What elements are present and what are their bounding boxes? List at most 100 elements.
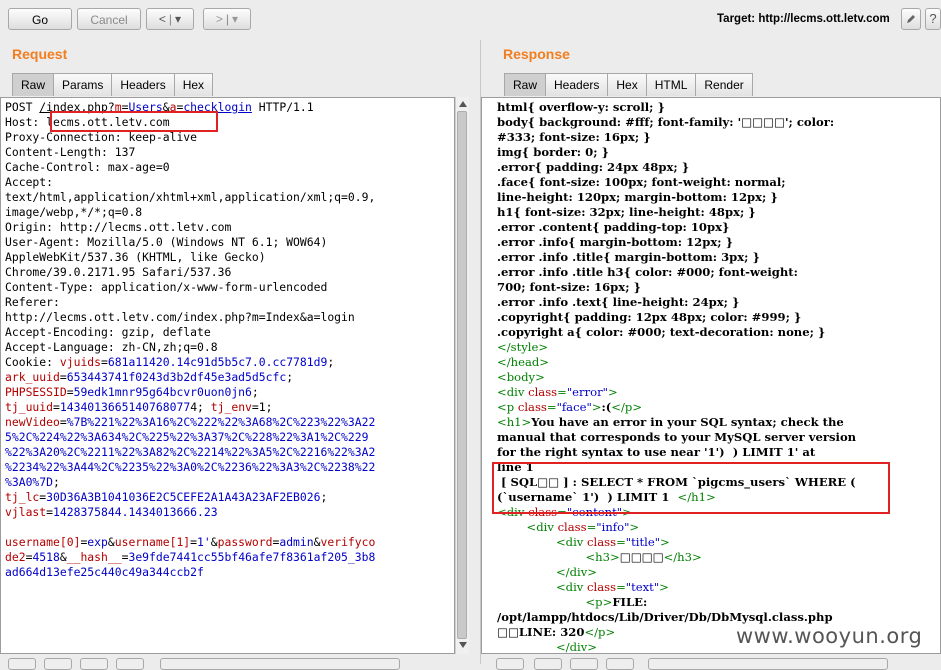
text-segment: .error .info .text{ line-height: 24px; } [497, 295, 740, 309]
text-segment: & [107, 535, 115, 549]
response-prev-button[interactable] [534, 658, 562, 670]
response-line: </head> [497, 355, 856, 370]
text-segment: = [59, 370, 67, 384]
response-line: img{ border: 0; } [497, 145, 856, 160]
request-line: text/html,application/xhtml+xml,applicat… [5, 190, 375, 205]
response-tab-headers[interactable]: Headers [545, 73, 609, 96]
help-button[interactable]: ? [925, 8, 941, 30]
text-segment: .error .content{ padding-top: 10px} [497, 220, 730, 234]
request-help-button[interactable] [8, 658, 36, 670]
request-line: newVideo=%7B%221%22%3A16%2C%222%22%3A68%… [5, 415, 375, 430]
text-segment: </div> [497, 640, 597, 654]
text-segment: for the right syntax to use near '1') ) … [497, 445, 816, 459]
text-segment: .error .info .title{ margin-bottom: 3px;… [497, 250, 760, 264]
response-help-button[interactable] [496, 658, 524, 670]
scroll-up-icon[interactable] [459, 101, 467, 107]
text-segment: 3e9fde7441cc55bf46afe7f8361af205_3b8 [128, 550, 376, 564]
response-tab-html[interactable]: HTML [645, 73, 697, 96]
chevron-down-icon: ▾ [232, 12, 239, 26]
response-title: Response [503, 46, 570, 62]
response-line: .error .info .title h3{ color: #000; fon… [497, 265, 856, 280]
text-segment: 1428375844.1434013666.23 [53, 505, 218, 519]
text-segment: "error" [566, 385, 608, 399]
text-segment: HTTP/1.1 [251, 100, 314, 114]
text-segment: de2 [5, 550, 26, 564]
request-line: ad664d13efe25c440c49a344ccb2f [5, 565, 375, 580]
go-button[interactable]: Go [8, 8, 72, 30]
text-segment: ark_uuid [5, 370, 60, 384]
response-line: #333; font-size: 16px; } [497, 130, 856, 145]
text-segment: #333; font-size: 16px; } [497, 130, 651, 144]
response-next-button[interactable] [606, 658, 634, 670]
text-segment: = [46, 505, 54, 519]
response-editor[interactable]: html{ overflow-y: scroll; } body{ backgro… [481, 97, 941, 654]
response-line: .error .info .text{ line-height: 24px; } [497, 295, 856, 310]
response-tab-render[interactable]: Render [695, 73, 753, 96]
text-segment: </h3> [663, 550, 702, 564]
text-segment: .error .info{ margin-bottom: 12px; } [497, 235, 734, 249]
text-segment: exp [87, 535, 108, 549]
back-button[interactable]: < | ▾ [146, 8, 194, 30]
response-line: </style> [497, 340, 856, 355]
text-segment: Accept: [5, 175, 54, 189]
cancel-button[interactable]: Cancel [77, 8, 141, 30]
response-tab-hex[interactable]: Hex [607, 73, 647, 96]
request-prev-button[interactable] [44, 658, 72, 670]
text-segment: & [59, 550, 67, 564]
text-segment: body{ background: #fff; font-family: '□□… [497, 115, 835, 129]
text-segment: POST [5, 100, 40, 114]
response-add-button[interactable] [570, 658, 598, 670]
response-line: <div class="info"> [497, 520, 856, 535]
watermark: www.wooyun.org [736, 624, 923, 648]
request-add-button[interactable] [80, 658, 108, 670]
request-line: http://lecms.ott.letv.com/index.php?m=In… [5, 310, 375, 325]
text-segment: > [660, 535, 670, 549]
response-text: html{ overflow-y: scroll; } body{ backgro… [497, 100, 856, 654]
request-scrollbar[interactable] [455, 97, 469, 654]
response-line: for the right syntax to use near '1') ) … [497, 445, 856, 460]
request-search-input[interactable] [160, 658, 400, 670]
text-segment: = [190, 535, 198, 549]
request-tab-raw[interactable]: Raw [12, 73, 55, 96]
text-segment: =1; [251, 400, 273, 414]
text-segment: ; [251, 385, 259, 399]
response-search-input[interactable] [648, 658, 888, 670]
request-tab-hex[interactable]: Hex [173, 73, 214, 96]
response-line: .copyright{ padding: 12px 48px; color: #… [497, 310, 856, 325]
request-line: 5%2C%224%22%3A634%2C%225%22%3A37%2C%228%… [5, 430, 375, 445]
text-segment: > [591, 400, 602, 414]
scroll-thumb[interactable] [457, 111, 467, 639]
request-next-button[interactable] [116, 658, 144, 670]
text-segment: <p [497, 400, 518, 414]
response-line: .error .info{ margin-bottom: 12px; } [497, 235, 856, 250]
text-segment: class [587, 580, 617, 594]
text-segment: username[0] [5, 535, 81, 549]
response-line: .error .content{ padding-top: 10px} [497, 220, 856, 235]
text-segment: You have an error in your SQL syntax; ch… [531, 415, 844, 429]
response-line: <div class="text"> [497, 580, 856, 595]
request-tab-params[interactable]: Params [53, 73, 113, 96]
text-segment: vjlast [5, 505, 47, 519]
text-segment: FILE: [612, 595, 648, 609]
request-line: Cookie: vjuids=681a11420.14c91d5b5c7.0.c… [5, 355, 375, 370]
response-line: <div class="error"> [497, 385, 856, 400]
response-line: <p class="face">:(</p> [497, 400, 856, 415]
question-icon: ? [929, 11, 937, 26]
text-segment: 1' [197, 535, 211, 549]
request-editor[interactable]: POST /index.php?m=Users&a=checklogin HTT… [0, 97, 455, 654]
text-segment: tj_env [210, 400, 252, 414]
forward-button[interactable]: > | ▾ [203, 8, 251, 30]
request-tabs: Raw Params Headers Hex [12, 73, 214, 97]
text-segment: username[1] [114, 535, 191, 549]
request-tab-headers[interactable]: Headers [111, 73, 175, 96]
response-tabs: Raw Headers Hex HTML Render [504, 73, 753, 97]
request-line: AppleWebKit/537.36 (KHTML, like Gecko) [5, 250, 375, 265]
response-tab-raw[interactable]: Raw [504, 73, 547, 96]
text-segment: Cache-Control: max-age=0 [5, 160, 170, 174]
text-segment: AppleWebKit/537.36 (KHTML, like Gecko) [5, 250, 266, 264]
text-segment: ; [53, 475, 60, 489]
text-segment: "info" [596, 520, 630, 534]
text-segment: <p> [497, 595, 613, 609]
edit-target-button[interactable] [901, 8, 921, 30]
scroll-down-icon[interactable] [459, 642, 467, 648]
